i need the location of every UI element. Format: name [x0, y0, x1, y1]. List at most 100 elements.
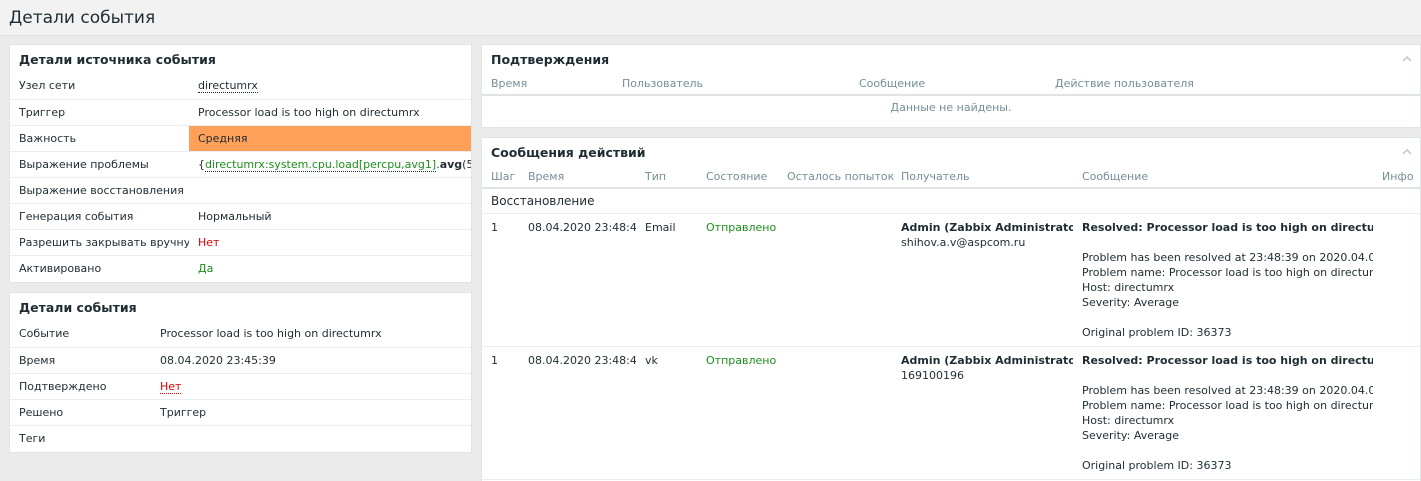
acknowledgements-table: Время Пользователь Сообщение Действие по…: [482, 73, 1420, 118]
info-cell: [1373, 213, 1420, 347]
step-cell: 1: [482, 213, 519, 347]
manual-close-value: Нет: [189, 228, 471, 255]
chevron-up-icon[interactable]: [1402, 147, 1412, 157]
action-messages-title-text: Сообщения действий: [491, 145, 646, 160]
recipient-name: Admin (Zabbix Administrator): [901, 220, 1073, 234]
column-header: Инфо: [1373, 166, 1420, 189]
recipient-address: 169100196: [901, 368, 964, 382]
event-row-time: Время 08.04.2020 23:45:39: [10, 346, 471, 373]
event-row-tags: Теги: [10, 424, 471, 451]
host-link[interactable]: directumrx: [198, 79, 258, 94]
detail-label: Теги: [10, 424, 151, 451]
message-line: Severity: Average: [1082, 295, 1180, 309]
detail-label: Генерация события: [10, 202, 189, 229]
no-data-row: Данные не найдены.: [482, 95, 1420, 118]
retries-cell: [778, 346, 892, 480]
acknowledgements-title: Подтверждения: [482, 45, 1420, 73]
detail-row-host: Узел сети directumrx: [10, 73, 471, 99]
detail-label: Узел сети: [19, 79, 76, 93]
event-details-widget: Детали события Событие Processor load is…: [9, 292, 472, 453]
event-name-value: Processor load is too high on directumrx: [160, 327, 382, 341]
type-cell: Email: [636, 213, 697, 347]
column-header: Тип: [636, 166, 697, 189]
step-cell: 1: [482, 346, 519, 480]
event-generation-value: Нормальный: [189, 202, 471, 229]
no-data-message: Данные не найдены.: [890, 100, 1012, 114]
table-header: Шаг Время Тип Состояние Осталось попыток…: [482, 166, 1420, 189]
recovery-expression: [189, 176, 471, 203]
host-value: directumrx: [189, 73, 471, 99]
column-header: Время: [482, 73, 613, 96]
acknowledgements-widget: Подтверждения Время Пользователь Сообщен…: [481, 44, 1421, 128]
detail-label: Подтверждено: [10, 372, 151, 399]
severity-badge: Средняя: [189, 124, 471, 151]
group-label: Восстановление: [482, 188, 1420, 214]
event-row-event: Событие Processor load is too high on di…: [10, 321, 471, 347]
table-header: Время Пользователь Сообщение Действие по…: [482, 73, 1420, 96]
recipient-address: shihov.a.v@aspcom.ru: [901, 235, 1026, 249]
message-line: Original problem ID: 36373: [1082, 325, 1232, 339]
type-cell: vk: [636, 346, 697, 480]
event-row-acknowledged: Подтверждено Нет: [10, 372, 471, 399]
status-cell: Отправлено: [697, 346, 778, 480]
event-details-title: Детали события: [19, 300, 137, 315]
detail-row-recovery: Выражение восстановления: [10, 176, 471, 203]
resolved-value: Триггер: [151, 398, 471, 425]
column-header: Шаг: [482, 166, 519, 189]
retries-cell: [778, 213, 892, 347]
column-header: Осталось попыток: [778, 166, 894, 189]
recipient-name: Admin (Zabbix Administrator): [901, 353, 1073, 367]
event-time-value: 08.04.2020 23:45:39: [151, 346, 471, 373]
column-header: Сообщение: [850, 73, 1046, 96]
message-line: Host: directumrx: [1082, 413, 1175, 427]
chevron-up-icon[interactable]: [1402, 54, 1412, 64]
expr-item-link[interactable]: directumrx:system.cpu.load[percpu,avg1]: [205, 157, 437, 172]
column-header: Получатель: [892, 166, 1073, 189]
message-subject: Resolved: Processor load is too high on …: [1082, 353, 1373, 367]
status-cell: Отправлено: [697, 213, 778, 347]
message-gap: [1082, 310, 1364, 325]
column-header: Сообщение: [1073, 166, 1373, 189]
tags-value: [151, 424, 471, 451]
message-cell: Resolved: Processor load is too high on …: [1073, 213, 1373, 347]
detail-row-trigger: Триггер Processor load is too high on di…: [10, 98, 471, 125]
event-details-table: Событие Processor load is too high on di…: [10, 321, 471, 451]
time-cell: 08.04.2020 23:48:41: [519, 346, 636, 480]
table-row: 1 08.04.2020 23:48:41 vk Отправлено Admi…: [482, 346, 1420, 480]
expr-function: avg: [439, 157, 463, 171]
message-gap: [1082, 235, 1364, 250]
info-cell: [1373, 346, 1420, 480]
message-cell: Resolved: Processor load is too high on …: [1073, 346, 1373, 480]
column-header: Действие пользователя: [1046, 73, 1420, 96]
message-gap: [1082, 368, 1364, 383]
recipient-cell: Admin (Zabbix Administrator) shihov.a.v@…: [892, 213, 1073, 347]
detail-label: Выражение восстановления: [10, 176, 189, 203]
message-line: Problem name: Processor load is too high…: [1082, 265, 1373, 279]
column-header: Время: [519, 166, 636, 189]
message-subject: Resolved: Processor load is too high on …: [1082, 220, 1373, 234]
time-cell: 08.04.2020 23:48:41: [519, 213, 636, 347]
detail-label: Важность: [10, 124, 189, 151]
detail-row-enabled: Активировано Да: [10, 254, 471, 281]
acknowledged-cell: Нет: [151, 372, 471, 399]
detail-row-manual-close: Разрешить закрывать вручную Нет: [10, 228, 471, 255]
action-messages-widget: Сообщения действий Шаг Время Тип Состоян…: [481, 137, 1421, 481]
problem-expression: {directumrx:system.cpu.load[percpu,avg1]…: [189, 150, 471, 177]
acknowledge-link[interactable]: Нет: [160, 379, 182, 394]
event-row-resolved: Решено Триггер: [10, 398, 471, 425]
message-gap: [1082, 443, 1364, 458]
detail-label: Время: [10, 346, 151, 373]
message-line: Problem has been resolved at 23:48:39 on…: [1082, 250, 1373, 264]
table-row: 1 08.04.2020 23:48:41 Email Отправлено A…: [482, 213, 1420, 347]
message-line: Problem has been resolved at 23:48:39 on…: [1082, 383, 1373, 397]
page-header: Детали события: [0, 0, 1421, 36]
group-row-recovery: Восстановление: [482, 188, 1420, 214]
trigger-details-widget: Детали источника события Узел сети direc…: [9, 44, 472, 283]
detail-label: Событие: [19, 327, 70, 341]
detail-row-generation: Генерация события Нормальный: [10, 202, 471, 229]
expr-open: {: [198, 157, 205, 171]
action-messages-table: Шаг Время Тип Состояние Осталось попыток…: [482, 166, 1420, 480]
action-messages-title: Сообщения действий: [482, 138, 1420, 166]
trigger-details-table: Узел сети directumrx Триггер Processor l…: [10, 73, 471, 281]
trigger-details-title: Детали источника события: [19, 52, 216, 67]
